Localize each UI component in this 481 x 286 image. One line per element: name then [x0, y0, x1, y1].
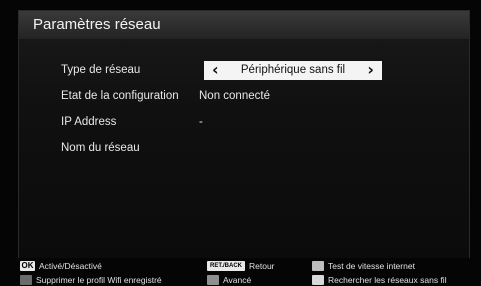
red-key-icon — [20, 275, 32, 285]
delete-wifi-hint-label: Supprimer le profil Wifi enregistré — [36, 275, 162, 285]
green-key-icon — [207, 275, 219, 285]
ip-address-label: IP Address — [61, 116, 117, 128]
title-bar: Paramètres réseau — [19, 11, 469, 39]
network-settings-panel: Paramètres réseau Type de réseau ‹ Périp… — [18, 10, 470, 259]
yellow-key-icon — [312, 261, 324, 271]
footer-delete-wifi-hint: Supprimer le profil Wifi enregistré — [20, 274, 162, 286]
network-type-selector[interactable]: ‹ Périphérique sans fil › — [204, 60, 382, 80]
network-name-label: Nom du réseau — [61, 142, 140, 154]
network-type-label: Type de réseau — [61, 64, 141, 76]
config-state-label: Etat de la configuration — [61, 90, 179, 102]
back-hint-label: Retour — [249, 261, 275, 271]
network-type-value: Périphérique sans fil — [240, 64, 346, 76]
footer-search-networks-hint: Rechercher les réseaux sans fil — [312, 274, 447, 286]
page-title: Paramètres réseau — [33, 16, 161, 33]
chevron-right-icon[interactable]: › — [367, 60, 374, 79]
setting-row-ip-address[interactable]: IP Address - — [19, 113, 469, 133]
footer-ok-hint: OK Activé/Désactivé — [20, 260, 102, 272]
ip-address-value: - — [199, 116, 203, 128]
back-key-icon: RET./BACK — [207, 261, 245, 271]
config-state-value: Non connecté — [199, 90, 270, 102]
speed-test-hint-label: Test de vitesse internet — [328, 261, 415, 271]
footer-help-bar: OK Activé/Désactivé RET./BACK Retour Tes… — [0, 258, 481, 286]
search-networks-hint-label: Rechercher les réseaux sans fil — [328, 275, 447, 285]
setting-row-config-state[interactable]: Etat de la configuration Non connecté — [19, 87, 469, 107]
footer-advanced-hint: Avancé — [207, 274, 251, 286]
setting-row-network-name[interactable]: Nom du réseau — [19, 139, 469, 159]
advanced-hint-label: Avancé — [223, 275, 252, 285]
setting-row-network-type[interactable]: Type de réseau ‹ Périphérique sans fil › — [19, 60, 469, 81]
ok-key-icon: OK — [20, 261, 35, 271]
footer-speed-test-hint: Test de vitesse internet — [312, 260, 415, 272]
ok-hint-label: Activé/Désactivé — [39, 261, 102, 271]
tv-screen: Paramètres réseau Type de réseau ‹ Périp… — [0, 0, 481, 286]
footer-back-hint: RET./BACK Retour — [207, 260, 275, 272]
blue-key-icon — [312, 275, 324, 285]
